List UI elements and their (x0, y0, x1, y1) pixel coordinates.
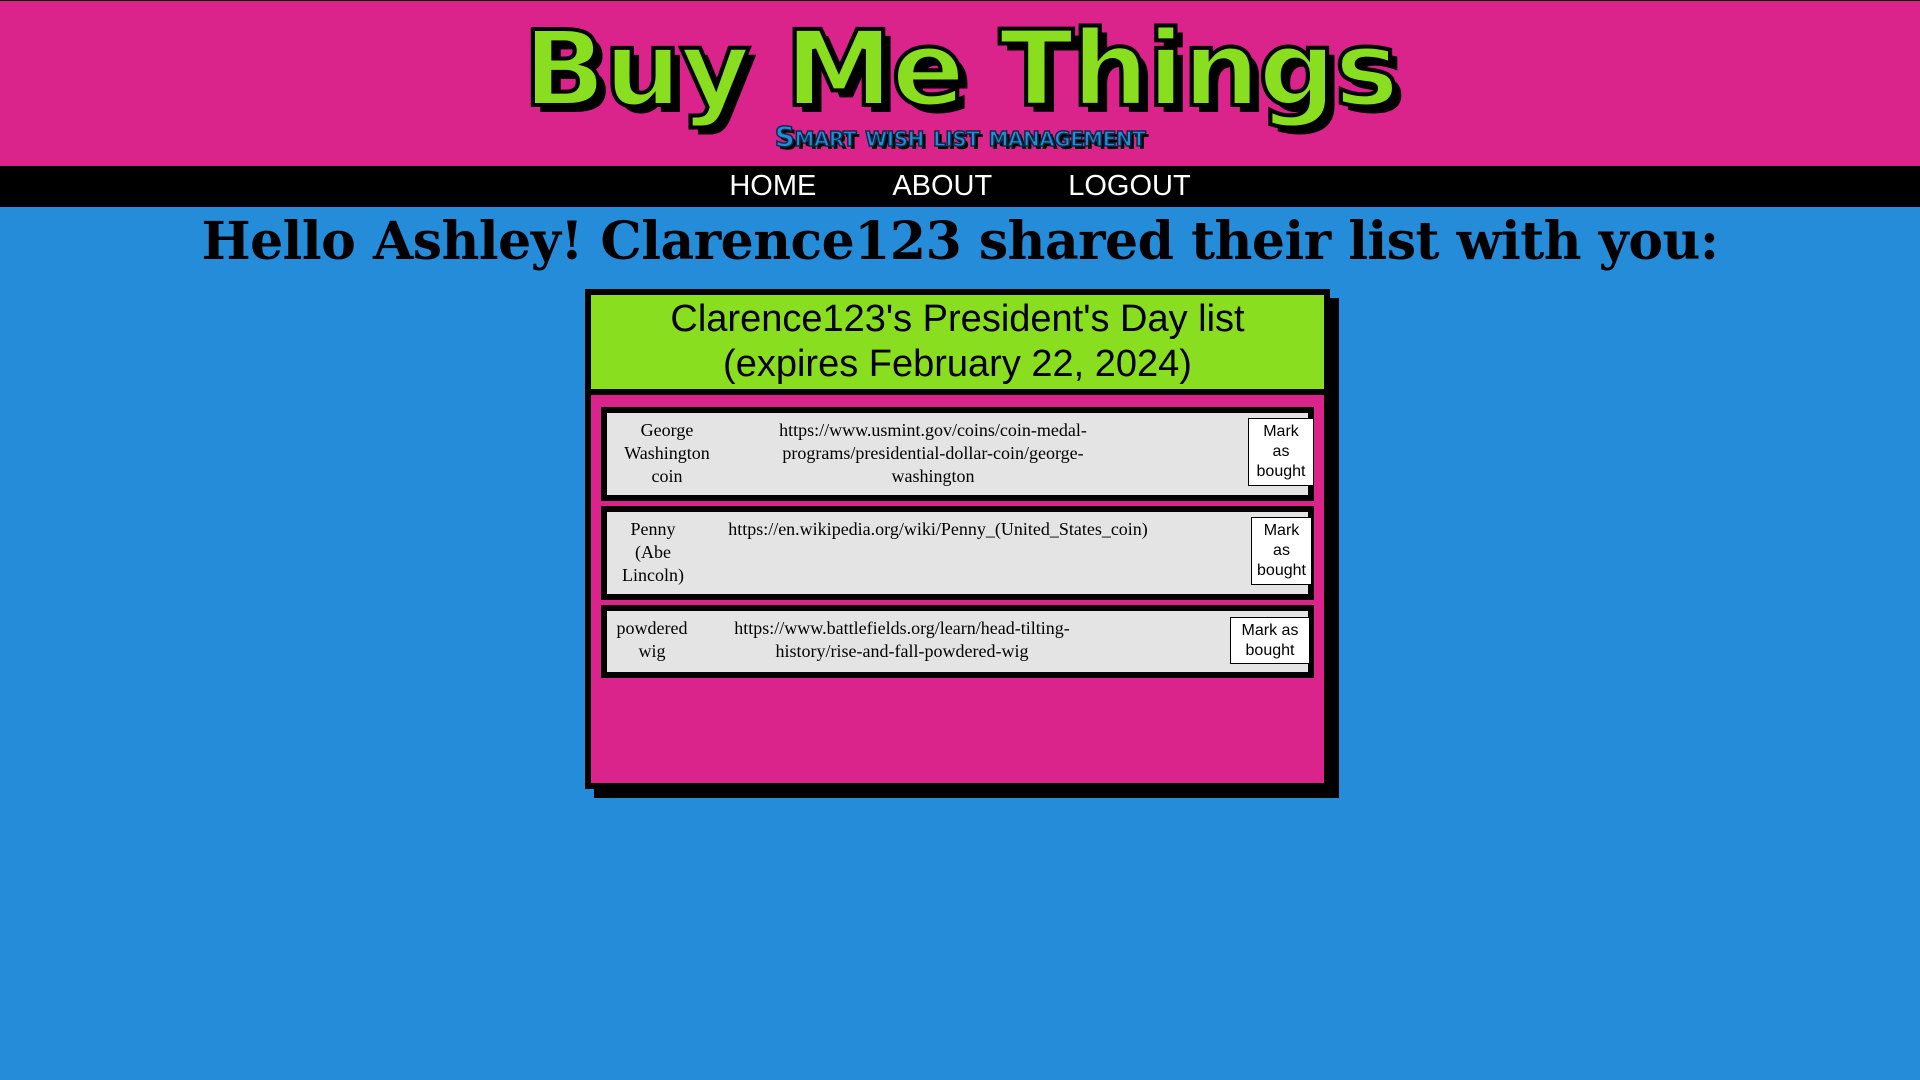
item-name: George Washington coin (624, 420, 710, 486)
mark-as-bought-button[interactable]: Mark as bought (1248, 418, 1314, 486)
list-item: Penny (Abe Lincoln) https://en.wikipedia… (601, 506, 1314, 600)
list-item: powdered wig https://www.battlefields.or… (601, 605, 1314, 678)
nav-about-link[interactable]: ABOUT (892, 166, 992, 207)
nav-home-link[interactable]: HOME (729, 166, 816, 207)
site-title: Buy Me Things (521, 7, 1401, 131)
item-link[interactable]: https://en.wikipedia.org/wiki/Penny_(Uni… (693, 518, 1183, 541)
item-name: powdered wig (616, 618, 688, 661)
mark-as-bought-button[interactable]: Mark as bought (1230, 617, 1310, 664)
item-name: Penny (Abe Lincoln) (622, 519, 684, 585)
list-header: Clarence123's President's Day list (expi… (591, 295, 1324, 395)
wish-list-card: Clarence123's President's Day list (expi… (585, 289, 1330, 789)
list-expiry: (expires February 22, 2024) (723, 343, 1192, 385)
page-greeting: Hello Ashley! Clarence123 shared their l… (201, 211, 1719, 272)
nav-logout-link[interactable]: LOGOUT (1068, 166, 1190, 207)
main-nav: HOME ABOUT LOGOUT (0, 166, 1920, 207)
item-link[interactable]: https://www.usmint.gov/coins/coin-medal-… (753, 419, 1113, 488)
list-item: George Washington coin https://www.usmin… (601, 407, 1314, 501)
item-link[interactable]: https://www.battlefields.org/learn/head-… (707, 617, 1097, 663)
site-header: Buy Me Things Smart wish list management (0, 0, 1920, 166)
site-subtitle: Smart wish list management (774, 119, 1146, 154)
mark-as-bought-button[interactable]: Mark as bought (1251, 517, 1312, 585)
list-title: Clarence123's President's Day list (670, 298, 1245, 340)
